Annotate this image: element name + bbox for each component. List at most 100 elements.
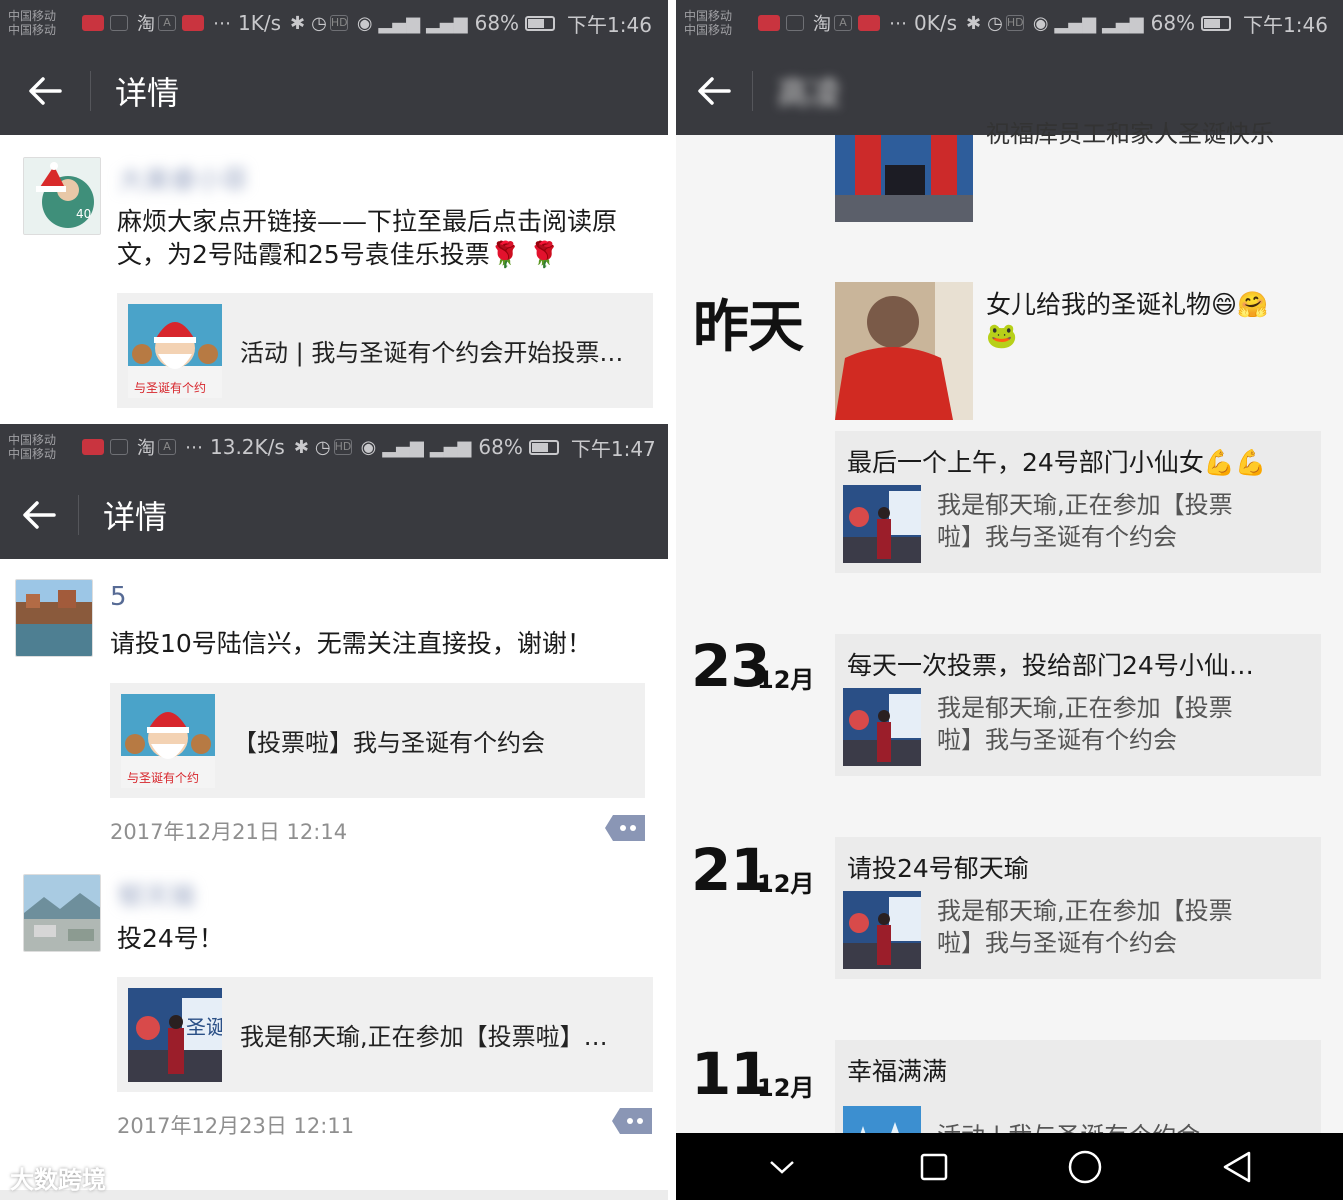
post-nickname[interactable]: 5 (110, 582, 127, 612)
signal-4g-icon: ▂▄▆ (1102, 12, 1144, 34)
eye-icon: ◉ (356, 12, 373, 34)
link-card-title: 【投票啦】我与圣诞有个约会 (233, 729, 545, 757)
app-a-icon: A (158, 15, 176, 31)
link-thumbnail (843, 485, 921, 563)
comment-button[interactable] (612, 1108, 652, 1134)
more-dots-icon: ⋯ (185, 436, 203, 458)
post-nickname[interactable]: 大美睿小菲 (118, 160, 248, 197)
thumb-caption: 与圣诞有个约 (134, 380, 206, 395)
date-month: 12月 (757, 666, 815, 694)
comment-dots-icon (612, 1108, 652, 1134)
title-bar: 详情 (0, 470, 668, 559)
alarm-icon: ◷ (987, 12, 1003, 34)
lock-icon (110, 15, 128, 31)
share-card-line: 啦】我与圣诞有个约会 (937, 929, 1177, 957)
date-label: 昨天 (693, 295, 804, 360)
taobao-icon: 淘 (137, 14, 155, 35)
app-notification-icon (758, 15, 780, 31)
photo-thumbnail[interactable] (835, 135, 973, 222)
share-card-title: 每天一次投票，投给部门24号小仙… (847, 651, 1254, 680)
status-bar: 中国移动 中国移动 淘 A ⋯ 1K/s ✱ ◷ HD ◉ ▂▄▆ ▂▄▆ 68%… (0, 0, 668, 46)
link-card[interactable]: 与圣诞有个约 活动 | 我与圣诞有个约会开始投票… (117, 293, 653, 408)
taobao-icon: 淘 (137, 438, 155, 459)
back-button[interactable] (676, 46, 752, 135)
arrow-left-icon (29, 76, 62, 105)
post-timestamp: 2017年12月21日 12:14 (110, 820, 348, 844)
link-card[interactable]: 与圣诞有个约 【投票啦】我与圣诞有个约会 (110, 683, 645, 798)
bluetooth-icon: ✱ (966, 12, 982, 34)
recents-button[interactable] (914, 1147, 954, 1187)
app-badge-icon (858, 15, 880, 31)
share-card[interactable]: 每天一次投票，投给部门24号小仙… 我是郁天瑜,正在参加【投票 啦】我与圣诞有个… (835, 634, 1321, 776)
carrier-label: 中国移动 中国移动 (684, 9, 733, 37)
link-thumbnail: 圣诞 (128, 987, 222, 1082)
comment-button[interactable] (605, 815, 645, 841)
more-dots-icon: ⋯ (213, 12, 231, 34)
title-divider (752, 70, 753, 111)
status-bar: 中国移动 中国移动 淘 A ⋯ 0K/s ✱ ◷ HD ◉ ▂▄▆ ▂▄▆ 68%… (676, 0, 1343, 46)
right-panel: 中国移动 中国移动 淘 A ⋯ 0K/s ✱ ◷ HD ◉ ▂▄▆ ▂▄▆ 68%… (676, 0, 1343, 1200)
comment-dots-icon (605, 815, 645, 841)
network-speed: 0K/s (914, 11, 957, 35)
avatar[interactable] (23, 874, 101, 952)
signal-2g-icon: ▂▄▆ (378, 12, 421, 34)
post-text: 🐸 (986, 321, 1018, 350)
avatar[interactable]: 40 (23, 157, 101, 235)
link-card[interactable]: 圣诞 我是郁天瑜,正在参加【投票啦】… (117, 977, 653, 1092)
carrier-label: 中国移动 中国移动 (8, 9, 57, 37)
status-bar: 中国移动 中国移动 淘 A ⋯ 13.2K/s ✱ ◷ HD ◉ ▂▄▆ ▂▄▆ … (0, 424, 668, 470)
back-button[interactable] (0, 470, 78, 559)
home-button[interactable] (1065, 1147, 1105, 1187)
arrow-left-icon (23, 500, 56, 529)
taobao-icon: 淘 (813, 14, 831, 35)
post-text: 祝福库员工和家人圣诞快乐 (986, 120, 1274, 148)
share-card[interactable]: 请投24号郁天瑜 我是郁天瑜,正在参加【投票 啦】我与圣诞有个约会 (835, 837, 1321, 979)
battery-percent: 68% (478, 435, 523, 459)
battery-fill (1204, 18, 1221, 28)
hd-icon: HD (333, 439, 352, 455)
back-nav-button[interactable] (1217, 1147, 1257, 1187)
battery-fill (531, 442, 548, 452)
share-card-line: 啦】我与圣诞有个约会 (937, 726, 1177, 754)
page-title: 高凌 (777, 73, 842, 112)
share-card-line: 啦】我与圣诞有个约会 (937, 523, 1177, 551)
share-card-line: 我是郁天瑜,正在参加【投票 (937, 694, 1233, 722)
title-divider (78, 494, 79, 535)
page-title: 详情 (103, 497, 168, 536)
post-nickname[interactable]: 郁天瑜 (118, 876, 196, 913)
date-month: 12月 (757, 870, 815, 898)
link-thumbnail (843, 688, 921, 766)
thumb-caption: 与圣诞有个约 (127, 770, 199, 785)
watermark: 大数跨境 (10, 1166, 106, 1194)
link-thumbnail: 与圣诞有个约 (128, 303, 222, 398)
eye-icon: ◉ (360, 436, 377, 458)
battery-icon (1201, 15, 1232, 31)
clock: 下午1:47 (570, 436, 656, 461)
share-card-title: 请投24号郁天瑜 (847, 854, 1029, 883)
battery-fill (528, 18, 545, 28)
network-speed: 1K/s (238, 11, 281, 35)
hide-nav-button[interactable] (762, 1147, 802, 1187)
bluetooth-icon: ✱ (293, 436, 309, 458)
battery-icon (528, 439, 559, 455)
link-thumbnail: 与圣诞有个约 (121, 693, 215, 788)
battery-percent: 68% (474, 11, 520, 35)
photo-thumbnail[interactable] (835, 282, 973, 420)
back-button[interactable] (0, 46, 90, 135)
triangle-back-icon (1223, 1151, 1251, 1182)
share-card-link: 我是郁天瑜,正在参加【投票 啦】我与圣诞有个约会 (835, 891, 1321, 971)
title-bar: 详情 (0, 46, 668, 135)
bluetooth-icon: ✱ (290, 12, 306, 34)
arrow-left-icon (698, 76, 731, 105)
share-card-link: 我是郁天瑜,正在参加【投票 啦】我与圣诞有个约会 (835, 688, 1321, 768)
avatar[interactable] (15, 579, 93, 657)
link-card-title: 活动 | 我与圣诞有个约会开始投票… (240, 339, 624, 367)
share-card-title: 幸福满满 (847, 1057, 948, 1086)
app-badge-icon (182, 15, 204, 31)
panel-separator (668, 0, 676, 1200)
post-timestamp: 2017年12月23日 12:11 (117, 1114, 355, 1138)
share-card[interactable]: 最后一个上午，24号部门小仙女💪💪 我是郁天瑜,正在参加【投票 啦】我与圣诞有个… (835, 431, 1321, 573)
thumb-caption: 圣诞 (186, 1015, 222, 1039)
app-notification-icon (82, 439, 104, 455)
post-text: 请投10号陆信兴，无需关注直接投，谢谢！ (110, 629, 592, 658)
